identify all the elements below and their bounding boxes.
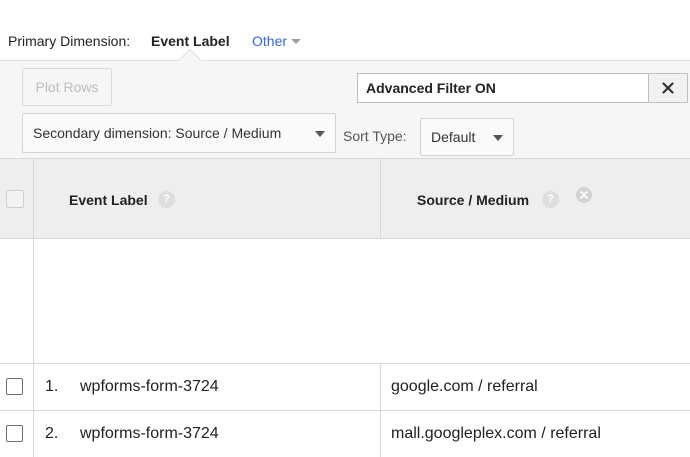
- close-icon: [662, 82, 674, 94]
- column-divider: [380, 411, 381, 457]
- row-event-label: wpforms-form-3724: [80, 425, 219, 442]
- row-number: 2.: [45, 425, 59, 442]
- sort-type-label: Sort Type:: [343, 128, 407, 144]
- row-checkbox[interactable]: [6, 425, 23, 442]
- caret-down-icon: [315, 131, 325, 137]
- caret-down-icon: [493, 135, 503, 141]
- column-divider: [33, 411, 34, 457]
- filter-close-button[interactable]: [648, 73, 688, 103]
- column-title: Source / Medium: [417, 192, 530, 208]
- row-checkbox[interactable]: [6, 378, 23, 395]
- caret-down-icon: [291, 39, 302, 44]
- advanced-filter-field[interactable]: Advanced Filter ON: [357, 73, 649, 103]
- primary-dimension-bar: Primary Dimension: Event Label Other: [0, 0, 690, 60]
- remove-circle-icon[interactable]: [576, 187, 592, 203]
- table-row: 1. wpforms-form-3724 google.com / referr…: [0, 364, 690, 411]
- empty-row: [0, 239, 690, 364]
- sort-type-dropdown[interactable]: Default: [420, 118, 514, 156]
- row-source-medium: mall.googleplex.com / referral: [391, 425, 601, 442]
- select-all-checkbox[interactable]: [6, 190, 24, 208]
- column-divider: [380, 364, 381, 411]
- plot-rows-button[interactable]: Plot Rows: [22, 68, 112, 106]
- primary-dimension-label: Primary Dimension:: [8, 33, 131, 49]
- help-icon[interactable]: ?: [158, 191, 175, 208]
- other-label: Other: [252, 33, 288, 49]
- column-title: Event Label: [69, 192, 148, 208]
- table-controls: Plot Rows Advanced Filter ON Secondary d…: [0, 60, 690, 158]
- row-number: 1.: [45, 378, 59, 395]
- header-checkbox-cell: [0, 159, 34, 239]
- secondary-dimension-label: Secondary dimension: Source / Medium: [33, 125, 282, 141]
- primary-dimension-event-label[interactable]: Event Label: [151, 33, 230, 49]
- help-icon[interactable]: ?: [542, 191, 559, 208]
- column-header-source-medium[interactable]: Source / Medium ?: [381, 159, 690, 239]
- row-event-label: wpforms-form-3724: [80, 378, 219, 395]
- table-header: Event Label ? Source / Medium ?: [0, 158, 690, 239]
- primary-dimension-other-dropdown[interactable]: Other: [252, 33, 302, 49]
- column-divider: [33, 364, 34, 411]
- sort-type-value: Default: [431, 129, 476, 145]
- row-source-medium: google.com / referral: [391, 378, 538, 395]
- report-table: Event Label ? Source / Medium ? 1. wpfor…: [0, 158, 690, 457]
- table-row: 2. wpforms-form-3724 mall.googleplex.com…: [0, 411, 690, 457]
- column-divider: [33, 239, 34, 364]
- close-icon: [580, 191, 588, 199]
- secondary-dimension-dropdown[interactable]: Secondary dimension: Source / Medium: [22, 113, 336, 153]
- column-header-event-label[interactable]: Event Label ?: [34, 159, 381, 239]
